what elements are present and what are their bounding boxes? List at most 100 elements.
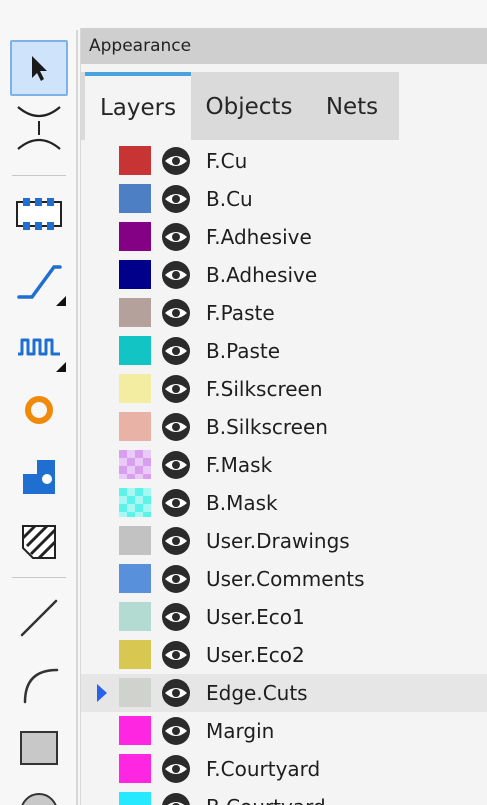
submenu-indicator-icon <box>56 296 66 306</box>
visibility-eye-icon[interactable] <box>161 526 191 556</box>
visibility-eye-icon[interactable] <box>161 260 191 290</box>
visibility-eye-icon[interactable] <box>161 146 191 176</box>
draw-rectangle-button[interactable] <box>10 720 68 776</box>
layer-name: B.Cu <box>206 187 253 211</box>
layer-name: B.Silkscreen <box>206 415 328 439</box>
layer-name: B.Adhesive <box>206 263 318 287</box>
layer-row[interactable]: B.Mask <box>81 484 487 522</box>
layer-name: B.Courtyard <box>206 788 326 805</box>
visibility-eye-icon[interactable] <box>161 640 191 670</box>
select-arrow-icon <box>32 56 47 81</box>
layer-color-swatch[interactable] <box>119 488 151 517</box>
visibility-eye-icon[interactable] <box>161 412 191 442</box>
layer-row[interactable]: B.Silkscreen <box>81 408 487 446</box>
panel-title[interactable]: Appearance <box>81 28 487 64</box>
tune-length-button[interactable] <box>10 320 68 376</box>
layer-color-swatch[interactable] <box>119 184 151 213</box>
toolbar-separator <box>12 175 66 176</box>
draw-arc-icon <box>23 668 59 704</box>
add-zone-button[interactable] <box>10 514 68 570</box>
visibility-eye-icon[interactable] <box>161 564 191 594</box>
toolbar-separator <box>12 577 66 578</box>
layer-color-swatch[interactable] <box>119 602 151 631</box>
draw-arc-button[interactable] <box>10 656 68 712</box>
tab-nets[interactable]: Nets <box>311 72 393 140</box>
pcb-editor-window: Appearance Layers Objects Nets F.Cu B.Cu F… <box>0 0 487 805</box>
draw-circle-button[interactable] <box>10 784 68 805</box>
appearance-panel: Appearance Layers Objects Nets F.Cu B.Cu F… <box>80 28 487 805</box>
layer-color-swatch[interactable] <box>119 146 151 175</box>
layer-color-swatch[interactable] <box>119 412 151 441</box>
appearance-tabs: Layers Objects Nets <box>81 72 399 140</box>
layer-row[interactable]: User.Eco2 <box>81 636 487 674</box>
layer-row[interactable]: Edge.Cuts <box>81 674 487 712</box>
visibility-eye-icon[interactable] <box>161 792 191 805</box>
layer-row[interactable]: B.Courtyard <box>81 788 487 805</box>
layer-name: F.Silkscreen <box>206 377 323 401</box>
add-via-button[interactable] <box>10 382 68 438</box>
layer-color-swatch[interactable] <box>119 336 151 365</box>
layer-row[interactable]: F.Silkscreen <box>81 370 487 408</box>
layer-color-swatch[interactable] <box>119 754 151 783</box>
layer-row[interactable]: F.Paste <box>81 294 487 332</box>
layer-name: User.Eco2 <box>206 643 305 667</box>
tab-objects[interactable]: Objects <box>193 72 305 140</box>
layer-row[interactable]: Margin <box>81 712 487 750</box>
layer-color-swatch[interactable] <box>119 222 151 251</box>
visibility-eye-icon[interactable] <box>161 716 191 746</box>
layer-color-swatch[interactable] <box>119 526 151 555</box>
layer-color-swatch[interactable] <box>119 716 151 745</box>
layer-name: User.Drawings <box>206 529 350 553</box>
layer-name: F.Paste <box>206 301 275 325</box>
add-footprint-button[interactable] <box>10 186 68 242</box>
right-toolbar <box>0 0 74 805</box>
layer-color-swatch[interactable] <box>119 564 151 593</box>
visibility-eye-icon[interactable] <box>161 336 191 366</box>
draw-line-icon <box>20 599 58 637</box>
select-tool-button[interactable] <box>10 40 68 96</box>
visibility-eye-icon[interactable] <box>161 222 191 252</box>
layer-row[interactable]: F.Courtyard <box>81 750 487 788</box>
layers-list: F.Cu B.Cu F.Adhesive B.Adhesive F.Paste B.Pas… <box>81 142 487 805</box>
add-pad-icon <box>23 460 55 494</box>
layer-name: User.Eco1 <box>206 605 305 629</box>
visibility-eye-icon[interactable] <box>161 754 191 784</box>
submenu-indicator-icon <box>56 362 66 372</box>
layer-row[interactable]: B.Paste <box>81 332 487 370</box>
add-pad-button[interactable] <box>10 448 68 504</box>
tab-layers[interactable]: Layers <box>85 72 191 140</box>
layer-color-swatch[interactable] <box>119 374 151 403</box>
layer-name: F.Cu <box>206 149 248 173</box>
layer-row[interactable]: F.Adhesive <box>81 218 487 256</box>
visibility-eye-icon[interactable] <box>161 374 191 404</box>
layer-row[interactable]: User.Comments <box>81 560 487 598</box>
visibility-eye-icon[interactable] <box>161 184 191 214</box>
layer-color-swatch[interactable] <box>119 792 151 805</box>
layer-name: F.Courtyard <box>206 757 321 781</box>
layer-row[interactable]: User.Drawings <box>81 522 487 560</box>
visibility-eye-icon[interactable] <box>161 488 191 518</box>
local-ratsnest-button[interactable] <box>10 100 68 156</box>
layer-row[interactable]: F.Mask <box>81 446 487 484</box>
layer-color-swatch[interactable] <box>119 450 151 479</box>
layer-row[interactable]: F.Cu <box>81 142 487 180</box>
layer-name: F.Mask <box>206 453 273 477</box>
visibility-eye-icon[interactable] <box>161 450 191 480</box>
visibility-eye-icon[interactable] <box>161 298 191 328</box>
add-zone-icon <box>21 524 57 560</box>
layer-row[interactable]: B.Cu <box>81 180 487 218</box>
layer-name: Edge.Cuts <box>206 681 308 705</box>
draw-line-button[interactable] <box>10 590 68 646</box>
toolbar-divider <box>76 30 78 805</box>
layer-color-swatch[interactable] <box>119 260 151 289</box>
layer-name: B.Paste <box>206 339 281 363</box>
add-via-icon <box>25 396 53 424</box>
layer-row[interactable]: User.Eco1 <box>81 598 487 636</box>
layer-color-swatch[interactable] <box>119 640 151 669</box>
route-track-button[interactable] <box>10 254 68 310</box>
visibility-eye-icon[interactable] <box>161 678 191 708</box>
visibility-eye-icon[interactable] <box>161 602 191 632</box>
layer-color-swatch[interactable] <box>119 298 151 327</box>
layer-color-swatch[interactable] <box>119 678 151 707</box>
layer-row[interactable]: B.Adhesive <box>81 256 487 294</box>
